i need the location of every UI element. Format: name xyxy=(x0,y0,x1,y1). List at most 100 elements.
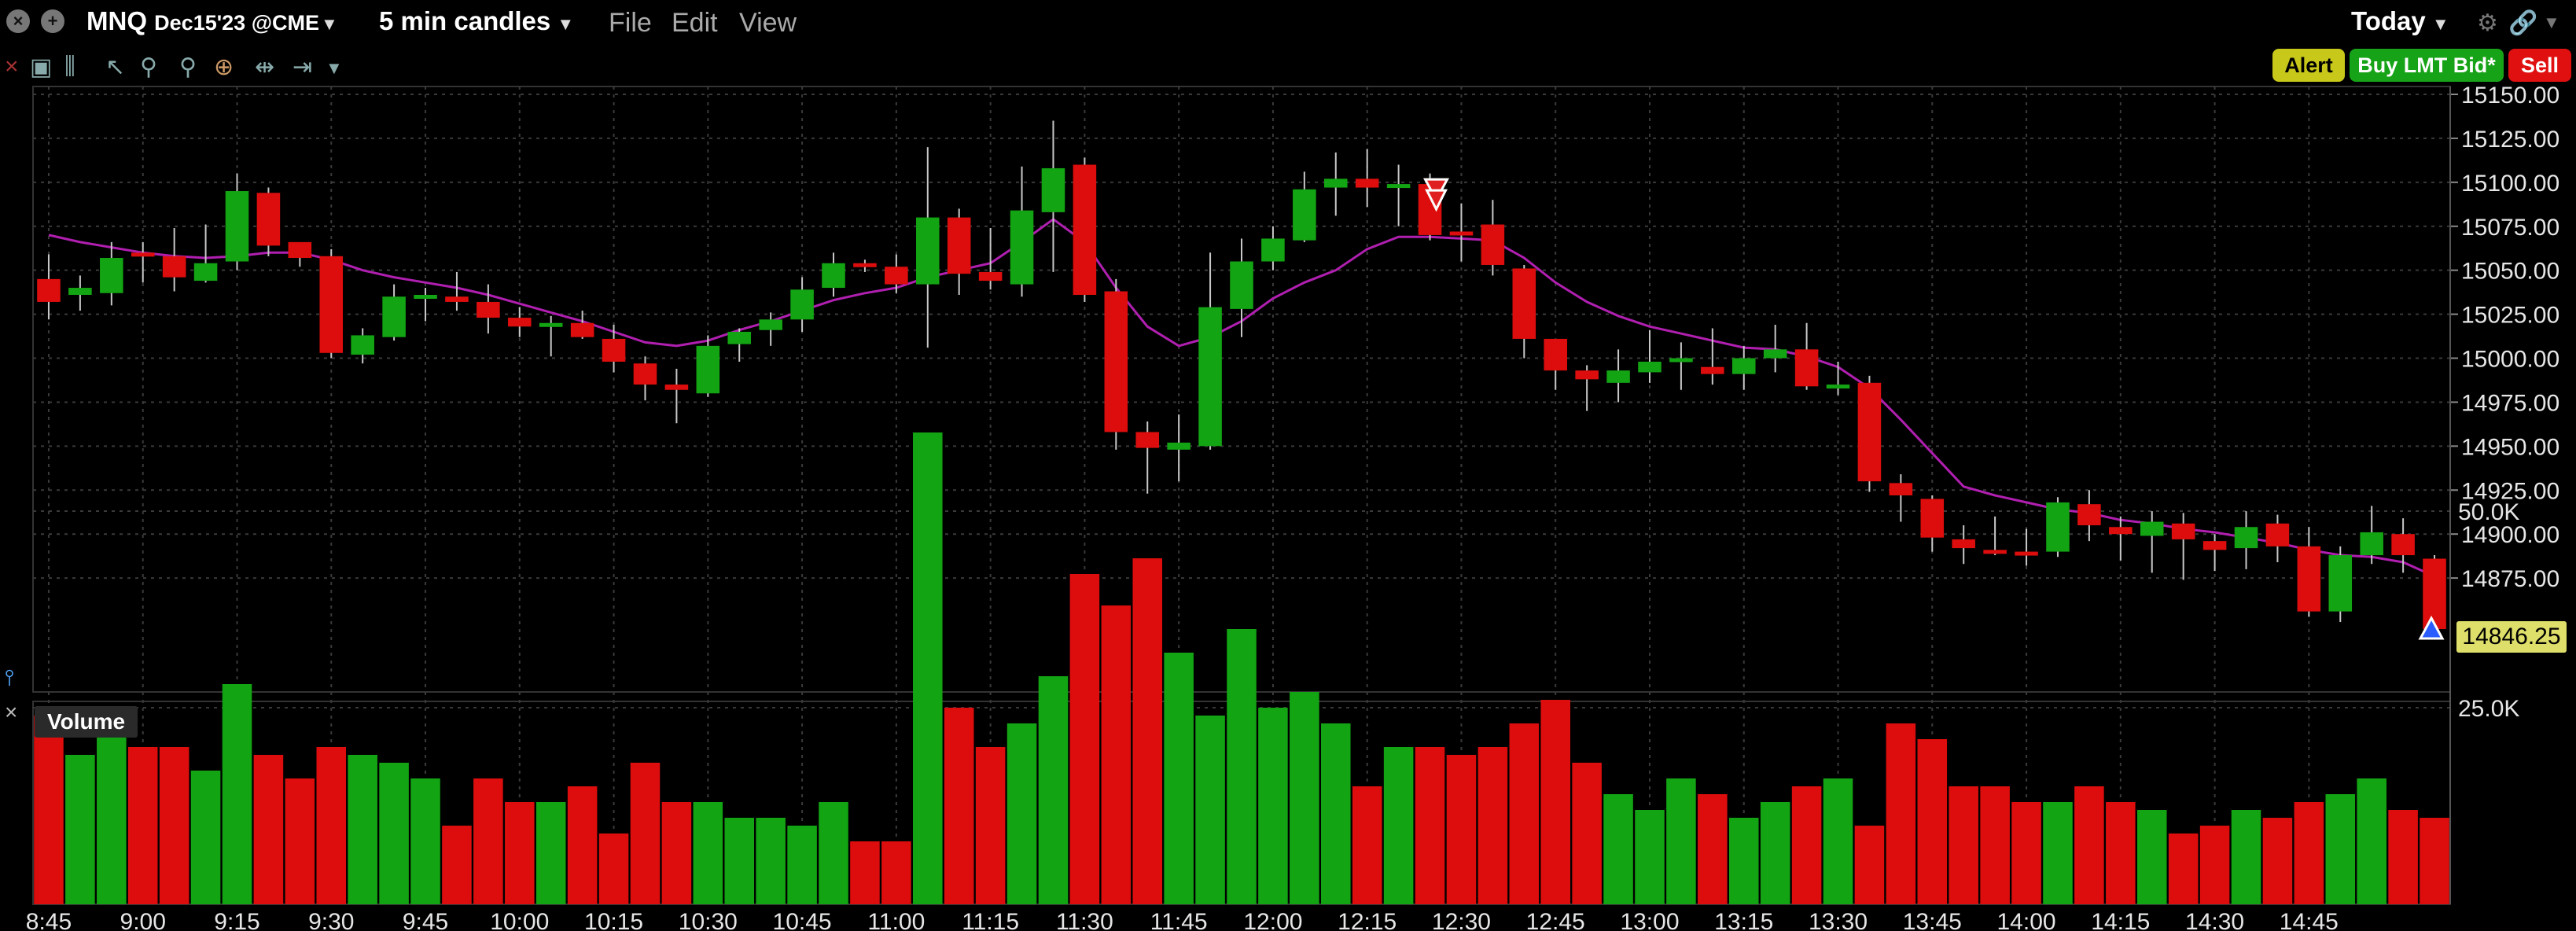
buy-lmt-bid-button[interactable]: Buy LMT Bid* xyxy=(2350,49,2504,82)
volume-bar xyxy=(661,802,692,904)
time-tick-label: 12:45 xyxy=(1526,909,1585,931)
candle-body xyxy=(1794,349,1819,387)
price-tick-label: 15075.00 xyxy=(2461,215,2559,241)
volume-bar xyxy=(1635,810,1665,904)
price-tick-label: 15125.00 xyxy=(2461,127,2559,153)
time-tick-label: 11:00 xyxy=(867,909,925,931)
menu-edit[interactable]: Edit xyxy=(672,8,718,39)
candle-body xyxy=(1104,291,1128,432)
candle-body xyxy=(978,271,1003,282)
interval-text: 5 min candles xyxy=(379,6,551,35)
volume-bar xyxy=(2043,802,2073,904)
candle-body xyxy=(947,217,971,274)
last-price-tag: 14846.25 xyxy=(2456,621,2567,653)
menu-view[interactable]: View xyxy=(739,8,797,39)
scroll-icon[interactable]: ⇹ xyxy=(255,53,274,81)
candle-body xyxy=(916,217,940,285)
volume-tick-label: 25.0K xyxy=(2458,696,2519,722)
time-tick-label: 14:15 xyxy=(2091,909,2150,931)
volume-bar xyxy=(2388,810,2418,904)
candle-body xyxy=(602,338,626,362)
candle-body xyxy=(727,331,752,344)
volume-bar xyxy=(442,826,472,904)
volume-bar xyxy=(34,716,64,904)
volume-bar xyxy=(1917,739,1948,904)
volume-bar xyxy=(850,841,880,904)
time-tick-label: 14:30 xyxy=(2185,909,2244,931)
candle-body xyxy=(539,322,563,327)
time-tick-label: 10:00 xyxy=(490,909,549,931)
range-text: Today xyxy=(2351,6,2426,35)
candle-body xyxy=(2046,502,2070,552)
candle-body xyxy=(2360,532,2383,556)
candle-body xyxy=(1826,385,1850,389)
volume-bar xyxy=(505,802,535,904)
symbol-text: MNQ xyxy=(86,6,147,35)
volume-bar xyxy=(159,747,190,904)
volume-bar xyxy=(787,826,817,904)
volume-bar xyxy=(944,708,974,904)
candle-body xyxy=(2015,551,2038,556)
volume-bar xyxy=(2420,818,2449,904)
time-tick-label: 14:00 xyxy=(1997,909,2056,931)
volume-bar xyxy=(1227,629,1257,904)
link-icon[interactable]: 🔗 xyxy=(2508,9,2537,37)
chevron-down-icon[interactable]: ▼ xyxy=(2543,13,2560,33)
volume-panel-label: Volume xyxy=(35,706,138,738)
range-selector[interactable]: Today ▼ xyxy=(2351,6,2449,36)
bar-style-icon[interactable]: ⫼ xyxy=(64,53,75,80)
zoom-in-icon[interactable]: ⚲ xyxy=(140,53,157,81)
close-window-icon[interactable]: × xyxy=(6,9,30,33)
volume-bar xyxy=(2325,794,2356,904)
candle-body xyxy=(68,288,92,295)
text-tool-icon[interactable]: ▣ xyxy=(30,53,52,81)
volume-bar xyxy=(1980,786,2010,904)
volume-bar xyxy=(2168,833,2199,904)
candle-body xyxy=(225,191,249,262)
candle-body xyxy=(1355,178,1379,188)
fit-icon[interactable]: ⇥ xyxy=(293,53,312,81)
candle-layer xyxy=(37,120,2446,640)
candle-body xyxy=(885,267,908,285)
title-bar: × + MNQ Dec15'23 @CME▼ 5 min candles ▼ F… xyxy=(0,0,2576,46)
panel-handle-icon[interactable]: ⫯ xyxy=(5,665,14,691)
chevron-down-icon: ▼ xyxy=(2427,14,2449,34)
volume-bar xyxy=(693,802,723,904)
volume-bar xyxy=(2106,802,2136,904)
alert-button[interactable]: Alert xyxy=(2272,49,2345,82)
volume-bar xyxy=(598,833,629,904)
add-window-icon[interactable]: + xyxy=(41,9,64,33)
close-panel-icon[interactable]: × xyxy=(5,700,17,725)
volume-tick-label: 50.0K xyxy=(2458,499,2519,525)
volume-bar xyxy=(2199,826,2230,904)
time-tick-label: 11:30 xyxy=(1056,909,1113,931)
volume-bar xyxy=(190,771,221,904)
gear-icon[interactable]: ⚙ xyxy=(2477,9,2498,37)
zoom-out-icon[interactable]: ⚲ xyxy=(179,53,197,81)
chevron-down-icon: ▼ xyxy=(552,14,575,34)
price-tick-label: 15025.00 xyxy=(2461,303,2559,329)
volume-bar xyxy=(1446,755,1477,904)
volume-bar xyxy=(1006,723,1037,904)
interval-selector[interactable]: 5 min candles ▼ xyxy=(379,6,574,36)
cursor-tool-icon[interactable]: ↖ xyxy=(105,53,125,81)
crosshair-icon[interactable]: ⊕ xyxy=(214,53,234,81)
chevron-down-icon[interactable]: ▼ xyxy=(326,58,343,79)
time-tick-label: 13:45 xyxy=(1903,909,1962,931)
candle-body xyxy=(1983,550,2007,554)
candle-body xyxy=(1731,358,1756,374)
volume-bar xyxy=(348,755,377,904)
volume-layer xyxy=(34,432,2449,904)
candle-body xyxy=(1073,164,1097,295)
sell-button[interactable]: Sell xyxy=(2508,49,2571,82)
volume-bar xyxy=(379,763,409,904)
candle-body xyxy=(1512,268,1536,339)
price-tick-label: 15000.00 xyxy=(2461,347,2559,373)
price-volume-chart[interactable]: 15150.0015125.0015100.0015075.0015050.00… xyxy=(0,0,2576,931)
candle-body xyxy=(162,256,186,278)
candle-body xyxy=(37,278,61,302)
volume-bar xyxy=(127,747,158,904)
symbol-selector[interactable]: MNQ Dec15'23 @CME▼ xyxy=(86,6,338,36)
close-icon[interactable]: × xyxy=(5,53,19,80)
menu-file[interactable]: File xyxy=(609,8,652,39)
